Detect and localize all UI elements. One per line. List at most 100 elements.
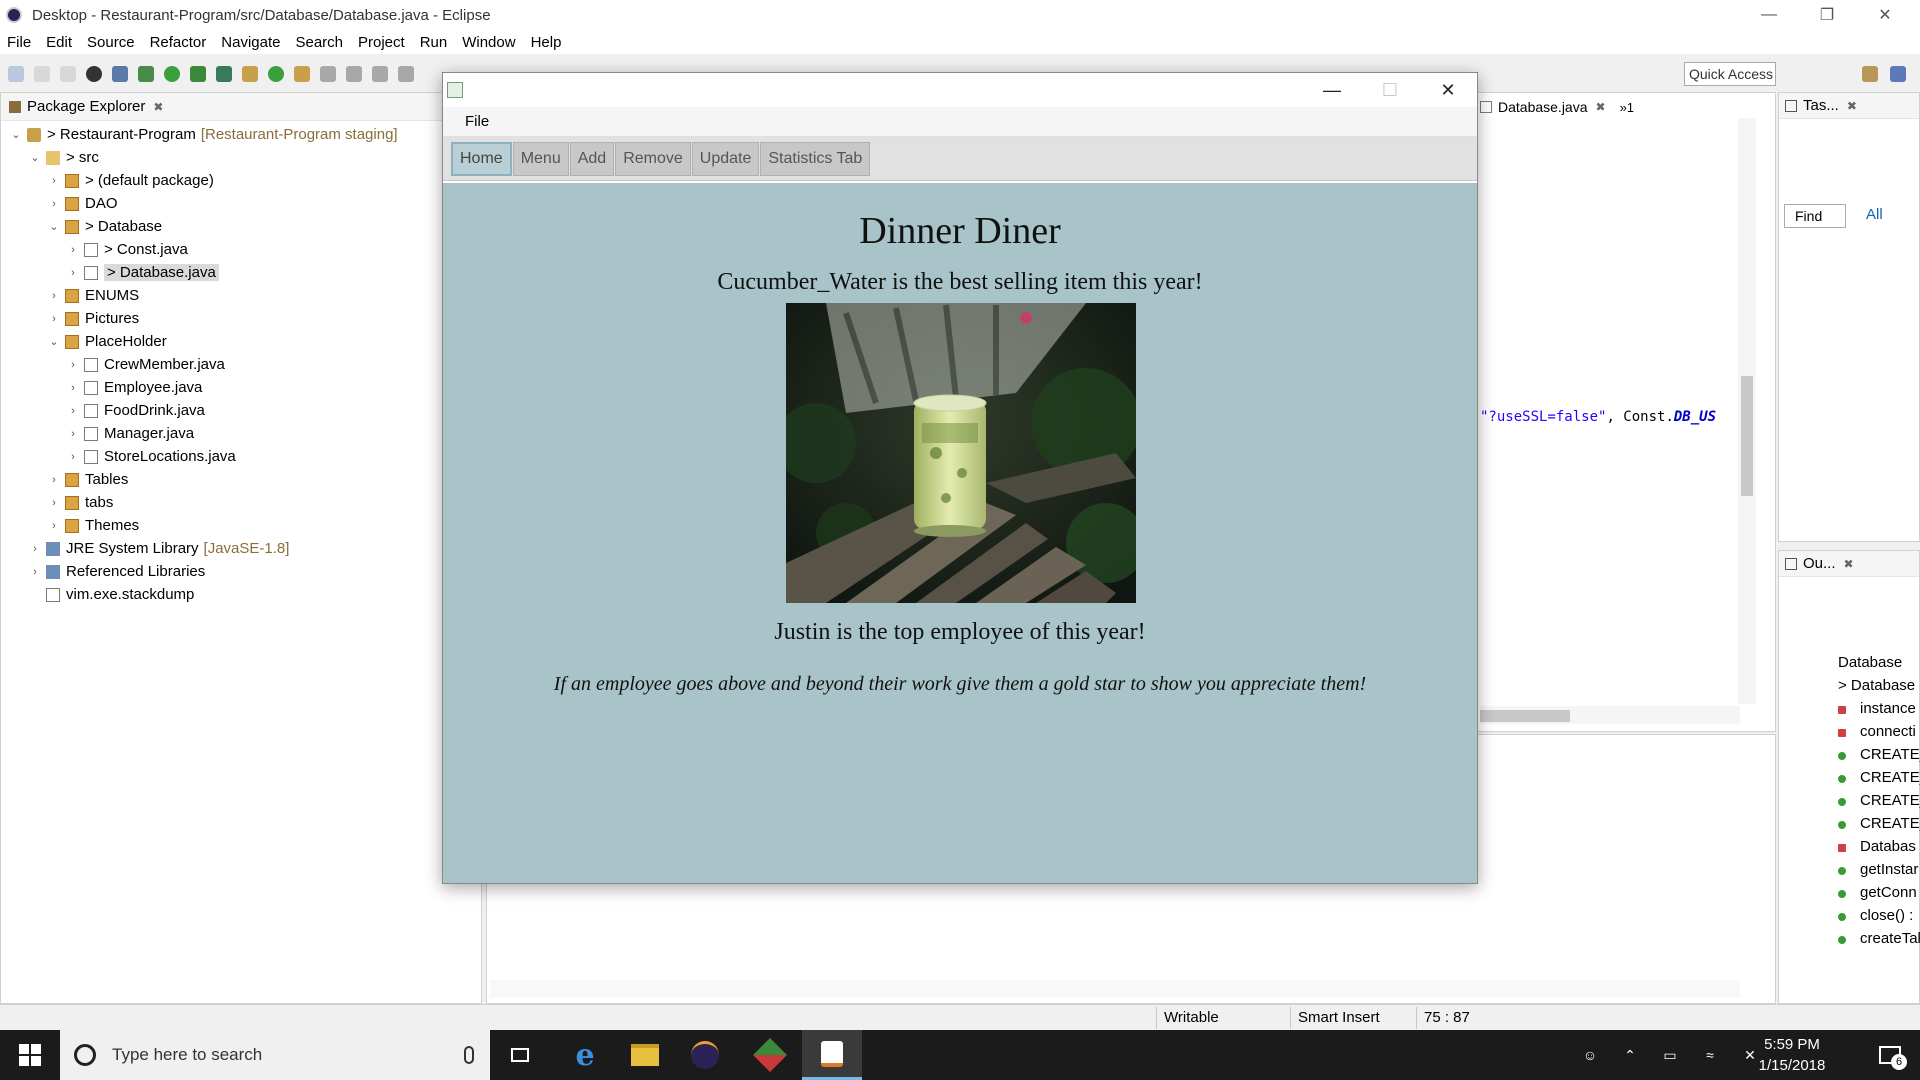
quick-access-field[interactable]: Quick Access [1684,62,1776,86]
menu-file[interactable]: File [7,34,31,51]
tab-statistics-tab[interactable]: Statistics Tab [760,141,871,176]
package-explorer-tab[interactable]: Package Explorer ✖ [1,93,481,121]
outline-tab[interactable]: Ou... ✖ [1779,551,1919,577]
people-icon[interactable]: ☺ [1570,1047,1610,1063]
scroll-thumb[interactable] [1741,376,1753,496]
menu-edit[interactable]: Edit [46,34,72,51]
tree-item[interactable]: › StoreLocations.java [1,445,481,468]
expanded-arrow-icon[interactable]: ⌄ [28,151,42,164]
action-center-icon[interactable]: 6 [1860,1030,1920,1080]
tree-item[interactable]: › > Database.java [1,261,481,284]
git-kraken-icon[interactable] [740,1030,800,1080]
menu-source[interactable]: Source [87,34,135,51]
code-line[interactable]: "?useSSL=false", Const.DB_US [1480,409,1716,425]
expanded-arrow-icon[interactable]: ⌄ [47,335,61,348]
show-hidden-icons-icon[interactable]: ⌃ [1610,1047,1650,1064]
app-minimize-icon[interactable]: — [1303,73,1361,107]
collapsed-arrow-icon[interactable]: › [47,175,61,187]
java-perspective-icon[interactable] [1890,66,1906,82]
navigate-forward-icon[interactable] [398,66,414,82]
outline-item[interactable]: CREATE_ [1860,792,1920,809]
tree-item[interactable]: › DAO [1,192,481,215]
java-app-taskbar-icon[interactable] [802,1030,862,1080]
save-all-icon[interactable] [60,66,76,82]
editor-tab-database-java[interactable]: Database.java ✖ »1 [1480,94,1634,120]
wifi-icon[interactable]: ≈ [1690,1047,1730,1063]
outline-item[interactable]: Database [1838,654,1902,671]
restore-icon[interactable]: ❐ [1798,0,1856,30]
eclipse-taskbar-icon[interactable] [675,1030,735,1080]
tab-home[interactable]: Home [451,141,512,176]
outline-item[interactable]: connecti [1860,723,1916,740]
tree-item[interactable]: › > (default package) [1,169,481,192]
close-tab-icon[interactable]: ✖ [1596,100,1606,114]
close-icon[interactable]: ✕ [1856,0,1914,30]
tree-item[interactable]: ⌄ > src [1,146,481,169]
tree-item[interactable]: › tabs [1,491,481,514]
tab-remove[interactable]: Remove [615,141,691,176]
navigate-back-icon[interactable] [372,66,388,82]
collapsed-arrow-icon[interactable]: › [47,520,61,532]
outline-item[interactable]: CREATE_ [1860,769,1920,786]
collapsed-arrow-icon[interactable]: › [66,244,80,256]
tree-item[interactable]: › ENUMS [1,284,481,307]
tree-item[interactable]: › Pictures [1,307,481,330]
editor-vertical-scrollbar[interactable] [1738,118,1756,704]
tree-item[interactable]: › Tables [1,468,481,491]
collapsed-arrow-icon[interactable]: › [66,267,80,279]
collapsed-arrow-icon[interactable]: › [66,428,80,440]
new-icon[interactable] [8,66,24,82]
collapsed-arrow-icon[interactable]: › [47,198,61,210]
tree-item[interactable]: › Referenced Libraries [1,560,481,583]
outline-item[interactable]: CREATE_ [1860,815,1920,832]
tree-item[interactable]: › FoodDrink.java [1,399,481,422]
coverage-icon[interactable] [190,66,206,82]
save-icon[interactable] [34,66,50,82]
tree-item[interactable]: › CrewMember.java [1,353,481,376]
collapsed-arrow-icon[interactable]: › [47,313,61,325]
editor-horizontal-scrollbar[interactable] [1480,706,1740,724]
file-explorer-icon[interactable] [615,1030,675,1080]
menu-project[interactable]: Project [358,34,405,51]
tree-item[interactable]: ⌄ PlaceHolder [1,330,481,353]
outline-item[interactable]: > Database [1838,677,1915,694]
taskbar-clock[interactable]: 5:59 PM 1/15/2018 [1740,1034,1844,1076]
task-all-link[interactable]: All [1866,206,1883,223]
new-class-icon[interactable] [268,66,284,82]
annotation-icon[interactable] [346,66,362,82]
minimize-icon[interactable]: — [1740,0,1798,30]
expanded-arrow-icon[interactable]: ⌄ [9,128,23,141]
edge-browser-icon[interactable]: e [555,1030,615,1080]
battery-icon[interactable]: ▭ [1650,1047,1690,1064]
debug-icon[interactable] [138,66,154,82]
collapsed-arrow-icon[interactable]: › [28,543,42,555]
collapsed-arrow-icon[interactable]: › [28,566,42,578]
outline-item[interactable]: CREATE_ [1860,746,1920,763]
tree-item[interactable]: › Themes [1,514,481,537]
collapsed-arrow-icon[interactable]: › [66,382,80,394]
tree-item[interactable]: ⌄ > Restaurant-Program [Restaurant-Program… [1,123,481,146]
open-type-icon[interactable] [294,66,310,82]
new-package-icon[interactable] [242,66,258,82]
run-icon[interactable] [164,66,180,82]
menu-help[interactable]: Help [531,34,562,51]
tree-item[interactable]: › JRE System Library [JavaSE-1.8] [1,537,481,560]
search-icon[interactable] [320,66,336,82]
task-view-icon[interactable] [490,1030,550,1080]
skip-breakpoints-icon[interactable] [112,66,128,82]
tab-update[interactable]: Update [691,141,760,176]
app-menu-file[interactable]: File [465,113,489,130]
outline-item[interactable]: Databas [1860,838,1916,855]
start-button[interactable] [0,1030,60,1080]
editor-overflow[interactable]: »1 [1620,100,1634,115]
app-close-icon[interactable]: ✕ [1419,73,1477,107]
microphone-icon[interactable] [464,1046,474,1064]
outline-item[interactable]: instance [1860,700,1916,717]
outline-item[interactable]: getConn [1860,884,1917,901]
collapsed-arrow-icon[interactable]: › [47,290,61,302]
menu-run[interactable]: Run [420,34,448,51]
outline-item[interactable]: getInstar [1860,861,1918,878]
menu-navigate[interactable]: Navigate [221,34,280,51]
collapsed-arrow-icon[interactable]: › [66,359,80,371]
expanded-arrow-icon[interactable]: ⌄ [47,220,61,233]
